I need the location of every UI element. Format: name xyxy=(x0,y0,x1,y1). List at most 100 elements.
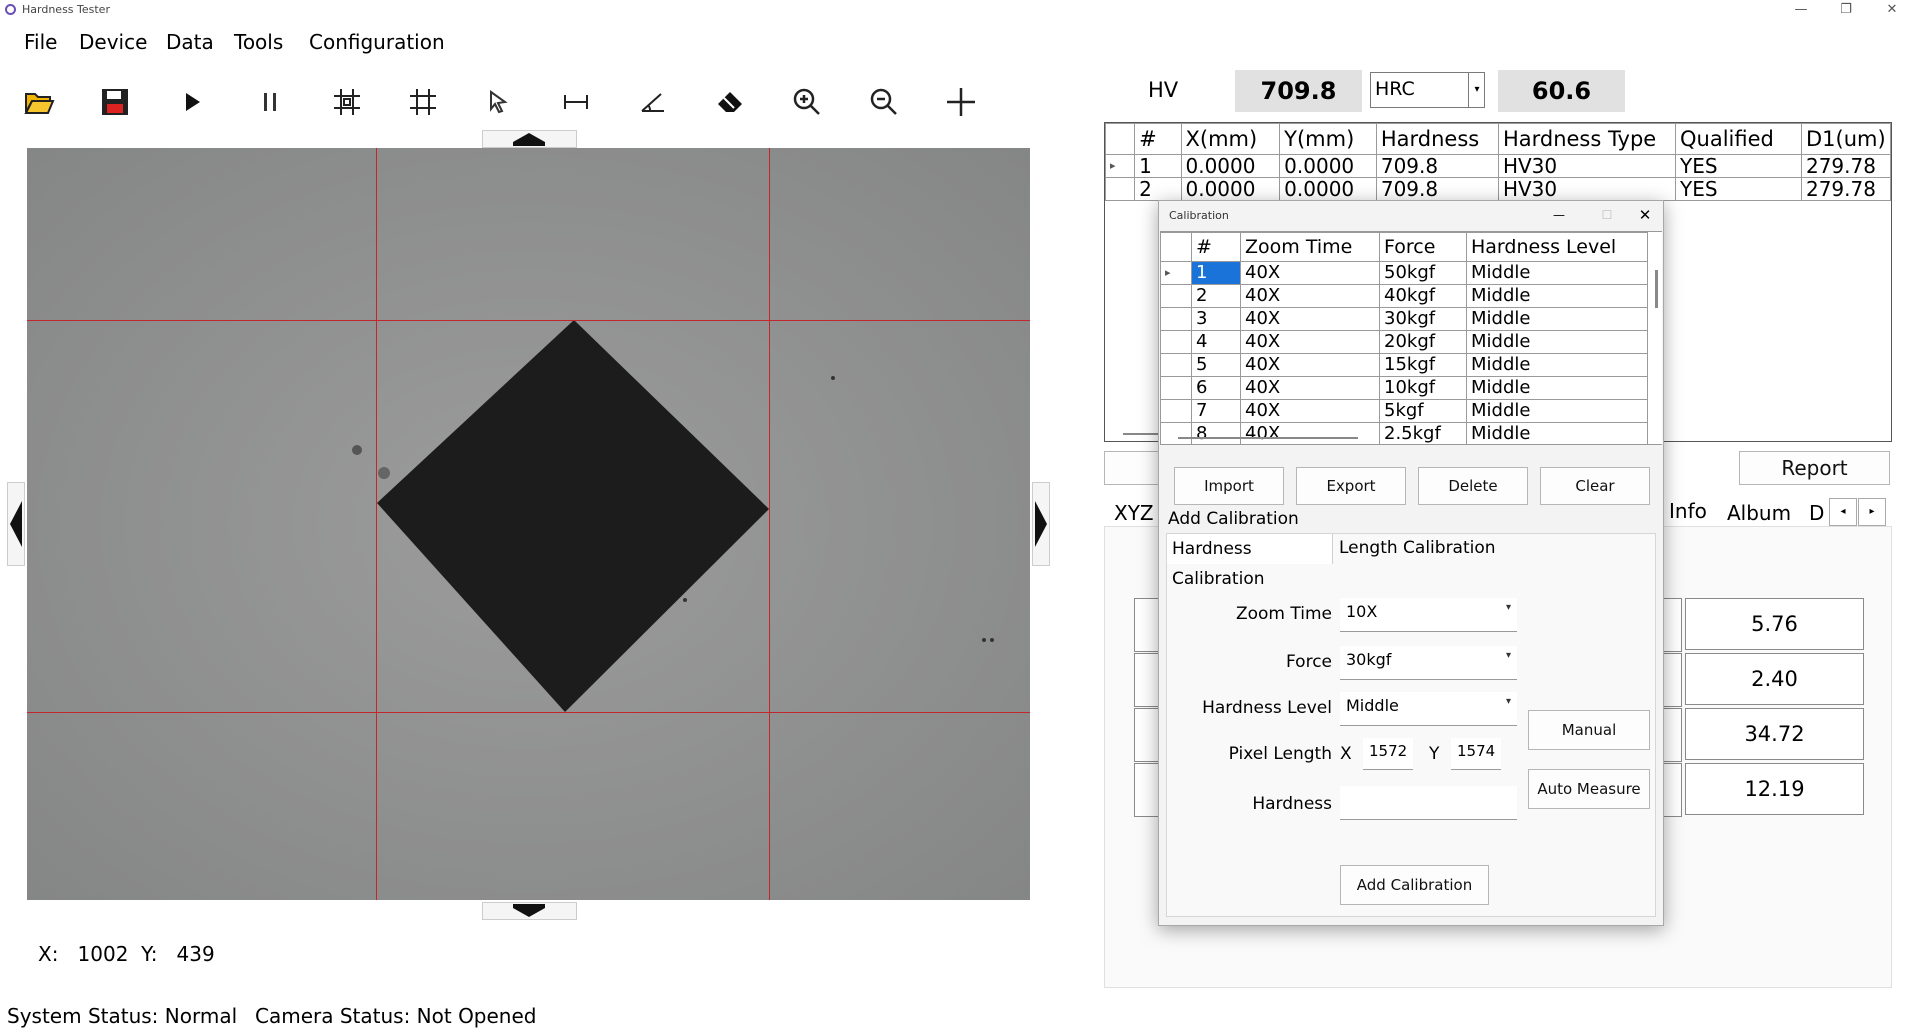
pixel-x-label: X xyxy=(1340,744,1352,764)
tab-hardness-calibration[interactable]: Hardness Calibration xyxy=(1167,534,1333,589)
chevron-down-icon: ▾ xyxy=(1505,650,1511,661)
report-button[interactable]: Report xyxy=(1739,451,1890,485)
select-pointer-icon[interactable] xyxy=(477,80,521,124)
table-row[interactable]: 3 40X 30kgf Middle xyxy=(1160,307,1648,331)
menu-tools[interactable]: Tools xyxy=(234,30,283,54)
hardness-input[interactable] xyxy=(1340,786,1517,820)
col-header[interactable]: Hardness xyxy=(1375,123,1499,155)
table-row[interactable]: 6 40X 10kgf Middle xyxy=(1160,376,1648,400)
col-header[interactable]: X(mm) xyxy=(1180,123,1281,155)
import-button[interactable]: Import xyxy=(1174,467,1284,505)
hardness-label: Hardness xyxy=(1252,794,1332,814)
calibration-header-row: # Zoom Time Force Hardness Level xyxy=(1160,232,1648,262)
pause-icon[interactable] xyxy=(248,80,292,124)
chevron-down-icon[interactable]: ▾ xyxy=(1468,73,1485,107)
tab-partial[interactable]: D xyxy=(1809,501,1824,525)
save-icon[interactable] xyxy=(93,80,137,124)
cell: 6 xyxy=(1191,376,1241,400)
col-header[interactable]: Y(mm) xyxy=(1279,123,1377,155)
tab-scroll-right-icon[interactable]: ▸ xyxy=(1858,498,1886,526)
cell: HV30 xyxy=(1497,154,1677,178)
tab-xyz[interactable]: XYZ xyxy=(1114,501,1154,525)
menu-data[interactable]: Data xyxy=(166,30,214,54)
pan-up-arrow-icon[interactable] xyxy=(482,130,577,148)
add-calibration-button[interactable]: Add Calibration xyxy=(1340,865,1489,905)
pan-left-arrow-icon[interactable] xyxy=(7,482,25,566)
table-row[interactable]: 4 40X 20kgf Middle xyxy=(1160,330,1648,354)
clear-button[interactable]: Clear xyxy=(1540,467,1650,505)
tab-scroll-left-icon[interactable]: ◂ xyxy=(1829,498,1857,526)
grid-icon[interactable] xyxy=(401,80,445,124)
table-row[interactable]: 7 40X 5kgf Middle xyxy=(1160,399,1648,423)
minimize-button[interactable]: — xyxy=(1781,0,1821,20)
horizontal-scrollbar[interactable] xyxy=(1178,437,1358,439)
cell: 40X xyxy=(1240,261,1380,285)
open-folder-icon[interactable] xyxy=(17,80,61,124)
hardness-level-select[interactable]: Middle ▾ xyxy=(1340,692,1517,726)
value-box: 34.72 xyxy=(1685,708,1864,760)
col-header[interactable]: # xyxy=(1134,123,1182,155)
dialog-close-icon[interactable]: ✕ xyxy=(1629,203,1661,227)
cell: 2.5kgf xyxy=(1379,422,1467,444)
cell: 10kgf xyxy=(1379,376,1467,400)
close-button[interactable]: ✕ xyxy=(1872,0,1912,20)
crosshair-icon[interactable] xyxy=(939,80,983,124)
zoom-time-select[interactable]: 10X ▾ xyxy=(1340,598,1517,632)
menu-device[interactable]: Device xyxy=(79,30,147,54)
col-header[interactable]: D1(um) xyxy=(1800,123,1891,155)
restore-button[interactable]: ❐ xyxy=(1826,0,1866,20)
col-header[interactable]: Qualified xyxy=(1675,123,1802,155)
hardness-level-value: Middle xyxy=(1346,696,1399,715)
table-row[interactable]: 5 40X 15kgf Middle xyxy=(1160,353,1648,377)
dialog-minimize-icon[interactable]: — xyxy=(1539,203,1579,227)
cell: 30kgf xyxy=(1379,307,1467,331)
col-header[interactable]: # xyxy=(1191,232,1241,262)
zoom-out-icon[interactable] xyxy=(862,80,906,124)
col-header[interactable]: Hardness Level xyxy=(1466,232,1648,262)
table-row[interactable]: ▸ 1 0.0000 0.0000 709.8 HV30 YES 279.78 xyxy=(1105,154,1891,178)
force-value: 30kgf xyxy=(1346,650,1392,669)
zoom-time-value: 10X xyxy=(1346,602,1378,621)
microscope-image[interactable] xyxy=(27,148,1030,900)
measure-horizontal-icon[interactable] xyxy=(554,80,598,124)
col-header[interactable]: Zoom Time xyxy=(1240,232,1380,262)
table-row[interactable]: ▸ 1 40X 50kgf Middle xyxy=(1160,261,1648,285)
auto-measure-button[interactable]: Auto Measure xyxy=(1528,769,1650,809)
dialog-maximize-icon[interactable]: ☐ xyxy=(1587,203,1627,227)
pan-down-arrow-icon[interactable] xyxy=(482,902,577,920)
force-select[interactable]: 30kgf ▾ xyxy=(1340,646,1517,680)
grid-target-icon[interactable] xyxy=(325,80,369,124)
delete-button[interactable]: Delete xyxy=(1418,467,1528,505)
col-header[interactable]: Hardness Type xyxy=(1497,123,1677,155)
table-row[interactable]: 2 40X 40kgf Middle xyxy=(1160,284,1648,308)
eraser-icon[interactable] xyxy=(708,80,752,124)
cell: 40X xyxy=(1240,422,1380,444)
table-row[interactable]: 8 40X 2.5kgf Middle xyxy=(1160,422,1648,444)
pan-right-arrow-icon[interactable] xyxy=(1032,482,1050,566)
angle-icon[interactable] xyxy=(631,80,675,124)
zoom-in-icon[interactable] xyxy=(785,80,829,124)
vertical-scrollbar[interactable] xyxy=(1655,270,1658,308)
menu-configuration[interactable]: Configuration xyxy=(309,30,445,54)
tab-album[interactable]: Album xyxy=(1727,501,1791,525)
export-button[interactable]: Export xyxy=(1296,467,1406,505)
row-header xyxy=(1105,177,1136,201)
tab-info[interactable]: Info xyxy=(1669,499,1707,523)
pixel-y-input[interactable]: 1574 xyxy=(1451,738,1501,770)
manual-button[interactable]: Manual xyxy=(1528,710,1650,750)
cell: 2 xyxy=(1191,284,1241,308)
reticle-line-left xyxy=(376,148,377,900)
col-header[interactable]: Force xyxy=(1379,232,1467,262)
table-row[interactable]: 2 0.0000 0.0000 709.8 HV30 YES 279.78 xyxy=(1105,177,1891,201)
cell: 40X xyxy=(1240,376,1380,400)
menu-file[interactable]: File xyxy=(24,30,57,54)
cell: Middle xyxy=(1466,307,1648,331)
pixel-x-input[interactable]: 1572 xyxy=(1363,738,1413,770)
play-icon[interactable] xyxy=(170,80,214,124)
scale-select[interactable]: HRC ▾ xyxy=(1370,72,1485,108)
tab-length-calibration[interactable]: Length Calibration xyxy=(1339,538,1496,558)
coord-y-value: 439 xyxy=(176,942,215,966)
cell: Middle xyxy=(1466,261,1648,285)
cell: 2 xyxy=(1134,177,1182,201)
cell: Middle xyxy=(1466,422,1648,444)
